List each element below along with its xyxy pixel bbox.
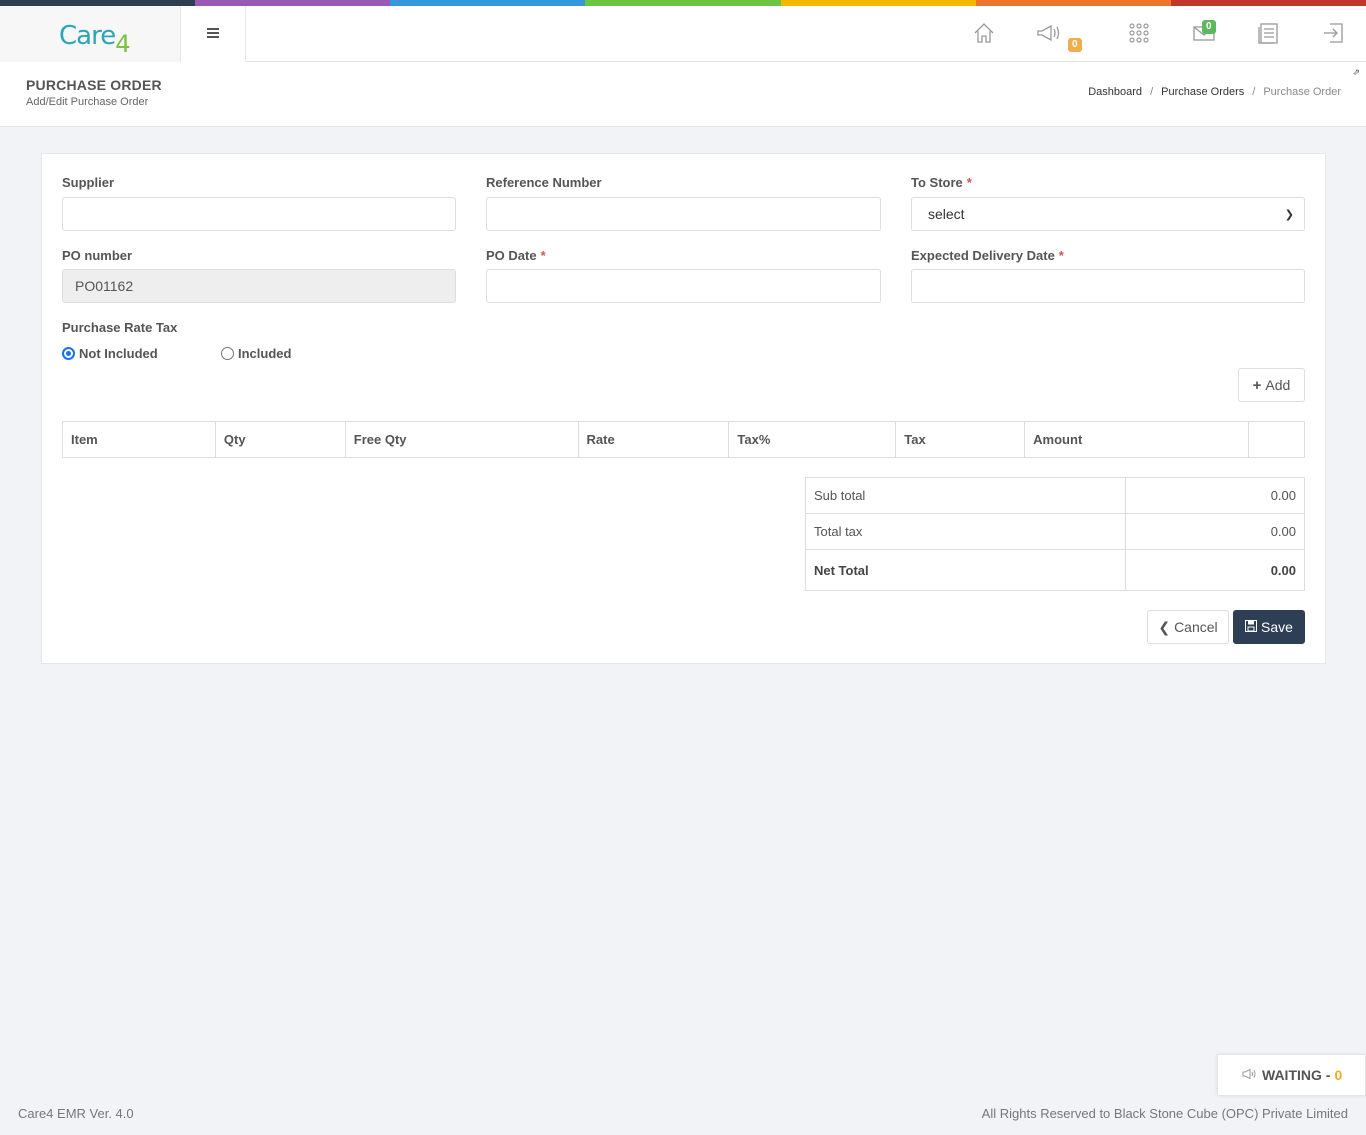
required-mark: * <box>1058 248 1064 263</box>
column-header-item: Item <box>62 421 216 458</box>
logo-suffix: 4 <box>115 30 130 58</box>
required-mark: * <box>540 248 546 263</box>
sub-total-value: 0.00 <box>1125 477 1305 514</box>
total-tax-label: Total tax <box>805 513 1126 550</box>
hamburger-icon <box>207 28 219 38</box>
logout-icon[interactable] <box>1320 20 1346 46</box>
po-date-input[interactable] <box>486 269 881 303</box>
po-number-field: PO01162 <box>62 269 456 303</box>
cancel-button[interactable]: ❮ Cancel <box>1147 610 1229 644</box>
column-header-free-qty: Free Qty <box>344 421 579 458</box>
totals-row-net: Net Total 0.00 <box>805 549 1305 591</box>
waiting-queue-widget[interactable]: WAITING - 0 <box>1217 1054 1366 1096</box>
totals-row-subtotal: Sub total 0.00 <box>805 477 1305 514</box>
radio-unchecked-icon <box>221 347 234 360</box>
breadcrumb-separator: / <box>1150 86 1154 98</box>
logo[interactable]: Care4 <box>59 21 131 58</box>
save-button[interactable]: Save <box>1233 610 1305 644</box>
reference-number-label: Reference Number <box>486 175 602 190</box>
mail-count-badge: 0 <box>1202 20 1216 34</box>
to-store-select[interactable]: select ❯ <box>911 197 1305 231</box>
home-icon[interactable] <box>971 20 997 46</box>
breadcrumb-current: Purchase Order <box>1263 86 1341 98</box>
waiting-label: WAITING - <box>1262 1067 1331 1083</box>
tax-not-included-radio[interactable]: Not Included <box>62 346 158 361</box>
footer-version: Care4 EMR Ver. 4.0 <box>18 1106 134 1121</box>
expected-delivery-date-input[interactable] <box>911 269 1305 303</box>
to-store-value: select <box>928 206 965 222</box>
tax-option-label: Included <box>238 346 292 361</box>
plus-icon: + <box>1252 376 1262 394</box>
tax-option-label: Not Included <box>79 346 158 361</box>
to-store-label: To Store * <box>911 175 972 190</box>
floppy-disk-icon <box>1245 619 1258 635</box>
logo-text: Care <box>59 21 116 51</box>
reference-number-input[interactable] <box>486 197 881 231</box>
footer: Care4 EMR Ver. 4.0 All Rights Reserved t… <box>0 1099 1366 1135</box>
po-date-label: PO Date * <box>486 248 546 263</box>
logo-area: Care4 <box>0 6 181 62</box>
megaphone-icon <box>1242 1067 1258 1083</box>
breadcrumb-separator: / <box>1252 86 1256 98</box>
column-header-tax: Tax <box>895 421 1026 458</box>
save-label: Save <box>1261 619 1293 635</box>
document-icon[interactable] <box>1256 20 1282 46</box>
column-header-tax-percent: Tax% <box>728 421 897 458</box>
chevron-down-icon: ❯ <box>1284 209 1294 221</box>
breadcrumb: Dashboard / Purchase Orders / Purchase O… <box>1088 86 1341 98</box>
tax-included-radio[interactable]: Included <box>221 346 291 361</box>
megaphone-icon[interactable] <box>1035 20 1061 46</box>
add-item-button[interactable]: + Add <box>1238 368 1305 402</box>
totals-table: Sub total 0.00 Total tax 0.00 Net Total … <box>805 477 1305 591</box>
footer-copyright: All Rights Reserved to Black Stone Cube … <box>981 1106 1348 1121</box>
items-table: Item Qty Free Qty Rate Tax% Tax Amount <box>62 421 1306 458</box>
total-tax-value: 0.00 <box>1125 513 1305 550</box>
required-mark: * <box>966 175 972 190</box>
notification-count-badge: 0 <box>1068 38 1082 52</box>
page-subtitle: Add/Edit Purchase Order <box>26 96 149 108</box>
sub-total-label: Sub total <box>805 477 1126 514</box>
supplier-input[interactable] <box>62 197 456 231</box>
top-navbar: Care4 0 0 <box>0 6 1366 62</box>
supplier-label: Supplier <box>62 175 115 190</box>
apps-grid-icon[interactable] <box>1126 20 1152 46</box>
column-header-actions <box>1247 421 1306 458</box>
column-header-amount: Amount <box>1024 421 1249 458</box>
purchase-rate-tax-label: Purchase Rate Tax <box>62 320 178 335</box>
page-title: PURCHASE ORDER <box>26 77 162 93</box>
po-number-label: PO number <box>62 248 133 263</box>
net-total-value: 0.00 <box>1125 549 1305 591</box>
radio-checked-icon <box>62 347 75 360</box>
breadcrumb-dashboard[interactable]: Dashboard <box>1088 86 1142 98</box>
expand-icon[interactable]: ⇗ <box>1352 67 1360 78</box>
items-table-header: Item Qty Free Qty Rate Tax% Tax Amount <box>62 421 1306 458</box>
net-total-label: Net Total <box>805 549 1126 591</box>
page-header: PURCHASE ORDER Add/Edit Purchase Order D… <box>0 62 1366 127</box>
add-item-label: Add <box>1265 377 1291 393</box>
waiting-count: 0 <box>1334 1067 1343 1083</box>
breadcrumb-purchase-orders[interactable]: Purchase Orders <box>1161 86 1244 98</box>
totals-row-tax: Total tax 0.00 <box>805 513 1305 550</box>
expected-delivery-date-label: Expected Delivery Date * <box>911 248 1064 263</box>
column-header-rate: Rate <box>577 421 730 458</box>
chevron-left-icon: ❮ <box>1158 618 1171 635</box>
menu-toggle-button[interactable] <box>181 6 246 62</box>
cancel-label: Cancel <box>1174 619 1218 635</box>
column-header-qty: Qty <box>214 421 346 458</box>
